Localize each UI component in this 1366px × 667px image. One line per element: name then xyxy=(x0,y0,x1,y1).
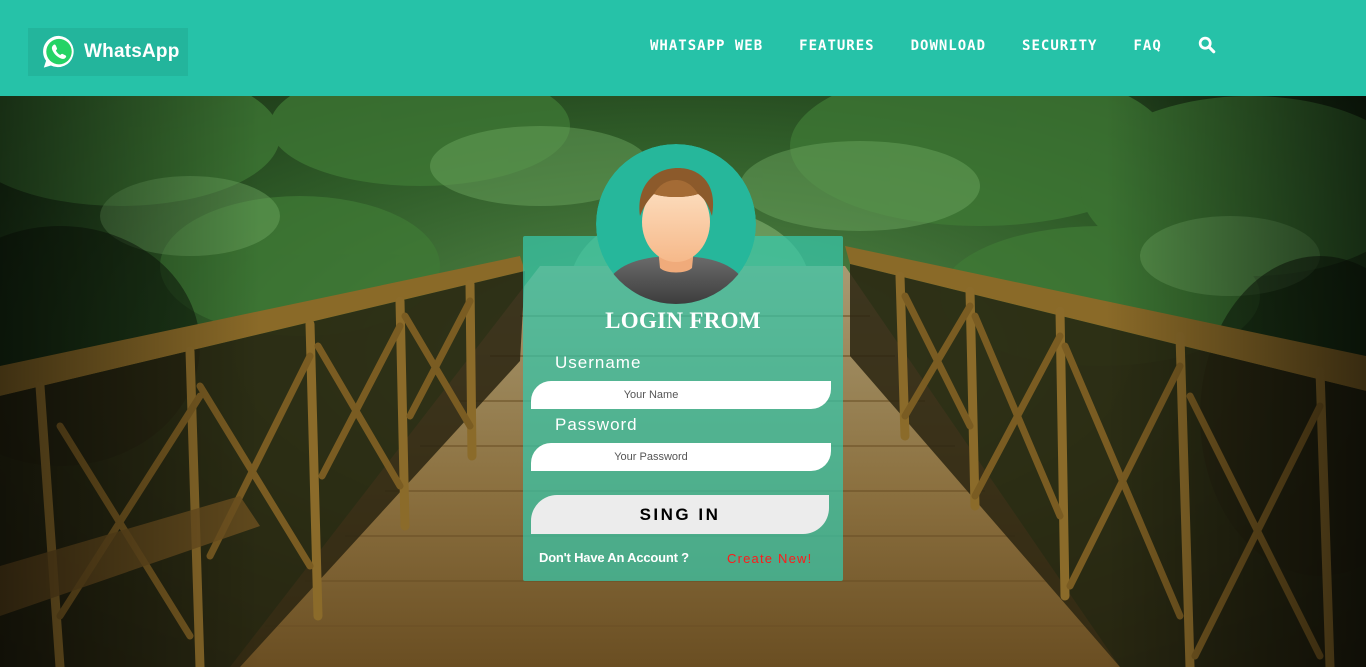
whatsapp-logo-icon xyxy=(43,35,74,68)
nav-whatsapp-web[interactable]: WHATSAPP WEB xyxy=(650,38,763,54)
nav-faq[interactable]: FAQ xyxy=(1133,38,1161,54)
username-label: Username xyxy=(555,353,642,372)
password-label: Password xyxy=(555,415,638,434)
create-account-link[interactable]: Create New! xyxy=(727,551,812,566)
login-title: LOGIN FROM xyxy=(605,308,761,333)
no-account-text: Don't Have An Account ? xyxy=(539,550,689,565)
logo-text: WhatsApp xyxy=(84,41,180,62)
nav-features[interactable]: FEATURES xyxy=(799,38,874,54)
sign-in-button[interactable]: SING IN xyxy=(531,495,829,534)
whatsapp-logo[interactable]: WhatsApp xyxy=(28,28,188,76)
username-input[interactable] xyxy=(531,381,831,409)
user-avatar-icon xyxy=(596,144,756,304)
top-navigation-bar: WhatsApp WHATSAPP WEB FEATURES DOWNLOAD … xyxy=(0,0,1366,96)
password-input[interactable] xyxy=(531,443,831,471)
main-nav: WHATSAPP WEB FEATURES DOWNLOAD SECURITY … xyxy=(650,36,1216,54)
nav-download[interactable]: DOWNLOAD xyxy=(911,38,986,54)
search-icon[interactable] xyxy=(1198,36,1216,54)
nav-security[interactable]: SECURITY xyxy=(1022,38,1097,54)
user-avatar xyxy=(596,144,756,304)
